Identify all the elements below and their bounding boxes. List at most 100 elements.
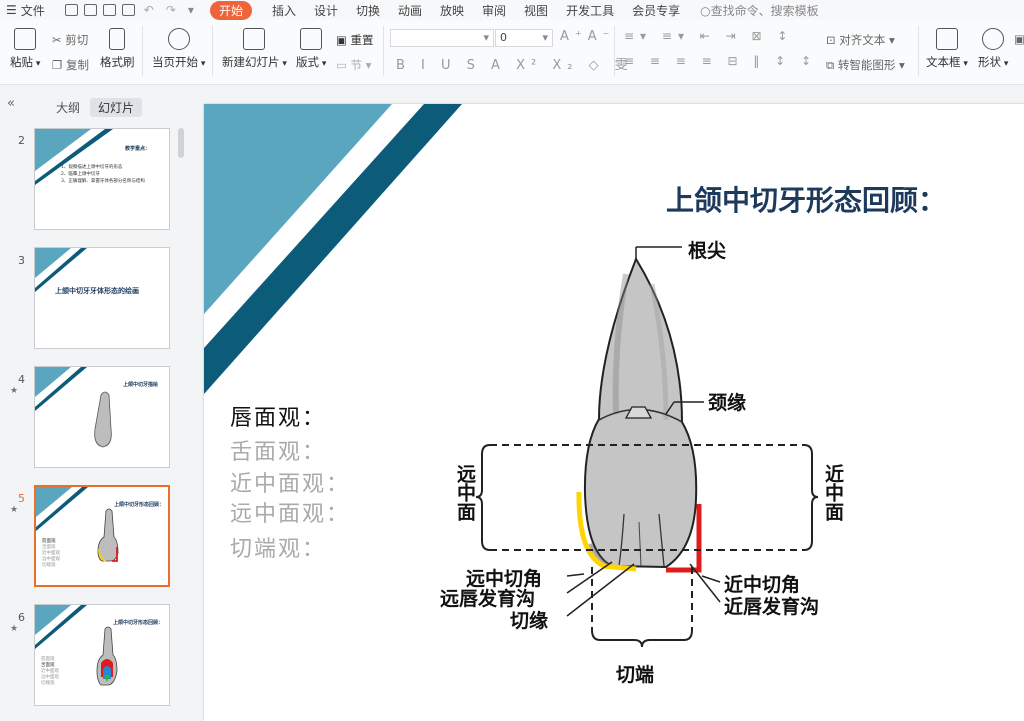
thumbnail-line: 切端观 [42, 563, 56, 568]
ribbon-divider [614, 26, 615, 76]
thumbnail-number: 4 [18, 373, 25, 386]
ribbon-divider [212, 26, 213, 76]
align-text-button[interactable]: ⊡ 对齐文本 ▾ [826, 32, 895, 48]
command-search[interactable]: ○查找命令、搜索模板 [700, 2, 819, 19]
paste-button[interactable]: 粘贴 ▾ [10, 28, 40, 70]
font-name-select[interactable]: ▾ [390, 29, 494, 47]
format-painter-label: 格式刷 [100, 55, 135, 69]
brush-icon [109, 28, 126, 50]
thumbnail-title: 上颌中切牙形态回顾： [113, 620, 164, 626]
shapes-button[interactable]: 形状 ▾ [978, 28, 1008, 70]
tab-review[interactable]: 审阅 [482, 2, 506, 19]
list-buttons[interactable]: ≡▾ ≡▾ ⇤ ⇥ ⊠ ↕ [624, 29, 793, 43]
tooth-drawing [583, 256, 698, 569]
slide-thumbnail-6[interactable]: 上颌中切牙形态回顾： 唇面观 舌面观 近中面观 远中面观 切端观 [34, 604, 170, 706]
thumbnail-number: 5 [18, 492, 25, 505]
label-cervical: 颈缘 [708, 392, 747, 414]
tab-insert[interactable]: 插入 [272, 2, 296, 19]
align-text-label: 对齐文本 [839, 33, 886, 47]
panel-scrollbar[interactable] [178, 128, 184, 158]
export-icon[interactable] [83, 4, 97, 16]
smartart-button[interactable]: ⧉ 转智能图形 ▾ [826, 57, 905, 73]
label-incisal-edge: 切缘 [510, 610, 549, 632]
section-button[interactable]: ▭ 节 ▾ [336, 57, 371, 73]
save-icon[interactable] [64, 4, 78, 16]
align-text-icon: ⊡ [826, 33, 840, 47]
file-menu[interactable]: 文件 [21, 2, 45, 19]
ribbon-divider [383, 26, 384, 76]
view-item-labial[interactable]: 唇面观： [230, 400, 326, 432]
animation-star-icon: ★ [10, 505, 19, 515]
print-icon[interactable] [102, 4, 116, 16]
thumbnail-title: 上颌中切牙描绘 [123, 382, 159, 388]
cut-button[interactable]: ✂ 剪切 [52, 32, 88, 48]
ribbon-divider [142, 26, 143, 76]
align-buttons[interactable]: ≡ ≡ ≡ ≡ ⊟ ‖ ↕ ↕ [624, 54, 817, 68]
view-item-incisal[interactable]: 切端观： [230, 531, 326, 563]
tab-developer[interactable]: 开发工具 [566, 2, 614, 19]
copy-icon: ❐ [52, 58, 66, 72]
thumbnail-line: 1、观察描述上颌中切牙的形态 [61, 165, 123, 170]
smartart-label: 转智能图形 [837, 58, 896, 72]
copy-button[interactable]: ❐ 复制 [52, 57, 89, 73]
label-distal-side: 远中面 [454, 464, 476, 521]
font-size-buttons[interactable]: A⁺A⁻ [560, 29, 616, 44]
tab-design[interactable]: 设计 [314, 2, 338, 19]
redo-icon[interactable]: ↷ [166, 3, 176, 17]
textbox-label: 文本框 [926, 55, 961, 69]
thumbnail-title: 教学重点： [125, 146, 151, 152]
cut-label: 剪切 [65, 33, 89, 47]
font-style-buttons[interactable]: B I U S A X² X₂ ◇ 雯 [396, 54, 634, 73]
font-size-select[interactable]: 0 ▾ [495, 29, 553, 47]
tab-slideshow[interactable]: 放映 [440, 2, 464, 19]
tab-transition[interactable]: 切换 [356, 2, 380, 19]
collapse-panel-icon[interactable]: « [7, 96, 15, 111]
copy-label: 复制 [65, 58, 89, 72]
thumbnail-title: 上颌中切牙牙体形态的绘画 [55, 287, 139, 295]
ribbon-toolbar: 粘贴 ▾ ✂ 剪切 ❐ 复制 格式刷 当页开始 ▾ 新建幻灯片 ▾ 版式 ▾ ▣… [0, 20, 1024, 85]
ribbon-divider [918, 26, 919, 76]
slide-thumbnail-2[interactable]: 教学重点： 1、观察描述上颌中切牙的形态 2、临摹上颌中切牙 3、正确理解、掌握… [34, 128, 170, 230]
view-item-lingual[interactable]: 舌面观： [230, 434, 326, 466]
view-item-mesial[interactable]: 近中面观： [230, 466, 350, 498]
layout-button[interactable]: 版式 ▾ [296, 28, 326, 70]
tab-outline[interactable]: 大纲 [48, 98, 88, 117]
slide-thumbnail-5[interactable]: 上颌中切牙形态回顾： 唇面观 舌面观 近中面观 远中面观 切端观 [34, 485, 170, 587]
section-icon: ▭ [336, 58, 351, 72]
textbox-button[interactable]: 文本框 ▾ [926, 28, 968, 70]
tab-animation[interactable]: 动画 [398, 2, 422, 19]
quick-access-dropdown-icon[interactable]: ▾ [188, 3, 194, 17]
label-apex: 根尖 [688, 240, 727, 262]
new-slide-label: 新建幻灯片 [222, 55, 280, 69]
reset-button[interactable]: ▣ 重置 [336, 32, 374, 48]
hamburger-icon[interactable]: ☰ [6, 3, 17, 17]
shapes-icon [982, 28, 1005, 50]
thumbnail-number: 6 [18, 611, 25, 624]
tab-home[interactable]: 开始 [209, 0, 252, 20]
menu-bar: ☰ 文件 ↶ ↷ ▾ 开始 插入 设计 切换 动画 放映 审阅 视图 开发工具 … [0, 0, 1024, 20]
label-mesial-labial-groove: 近唇发育沟 [724, 596, 820, 618]
layout-icon [300, 28, 323, 50]
more-icon[interactable]: ▣ [1014, 32, 1024, 46]
shapes-label: 形状 [978, 55, 1001, 69]
slide-thumbnail-4[interactable]: 上颌中切牙描绘 [34, 366, 170, 468]
animation-star-icon: ★ [10, 386, 19, 396]
view-item-distal[interactable]: 远中面观： [230, 496, 350, 528]
new-slide-button[interactable]: 新建幻灯片 ▾ [222, 28, 287, 70]
font-size-value: 0 [500, 31, 507, 44]
animation-star-icon: ★ [10, 624, 19, 634]
slide-canvas[interactable]: 上颌中切牙形态回顾： 唇面观： 舌面观： 近中面观： 远中面观： 切端观： 根尖… [204, 104, 1024, 721]
reset-icon: ▣ [336, 33, 351, 47]
tab-view[interactable]: 视图 [524, 2, 548, 19]
tab-slides[interactable]: 幻灯片 [90, 98, 143, 117]
thumbnail-number: 2 [18, 134, 25, 147]
tab-member[interactable]: 会员专享 [632, 2, 680, 19]
preview-icon[interactable] [121, 4, 135, 16]
format-painter-button[interactable]: 格式刷 [100, 28, 135, 70]
from-current-button[interactable]: 当页开始 ▾ [152, 28, 205, 70]
undo-icon[interactable]: ↶ [144, 3, 154, 17]
slide-thumbnail-3[interactable]: 上颌中切牙牙体形态的绘画 [34, 247, 170, 349]
clipboard-icon [14, 28, 37, 50]
slide-title[interactable]: 上颌中切牙形态回顾： [666, 179, 946, 219]
search-icon: ○ [700, 3, 711, 18]
